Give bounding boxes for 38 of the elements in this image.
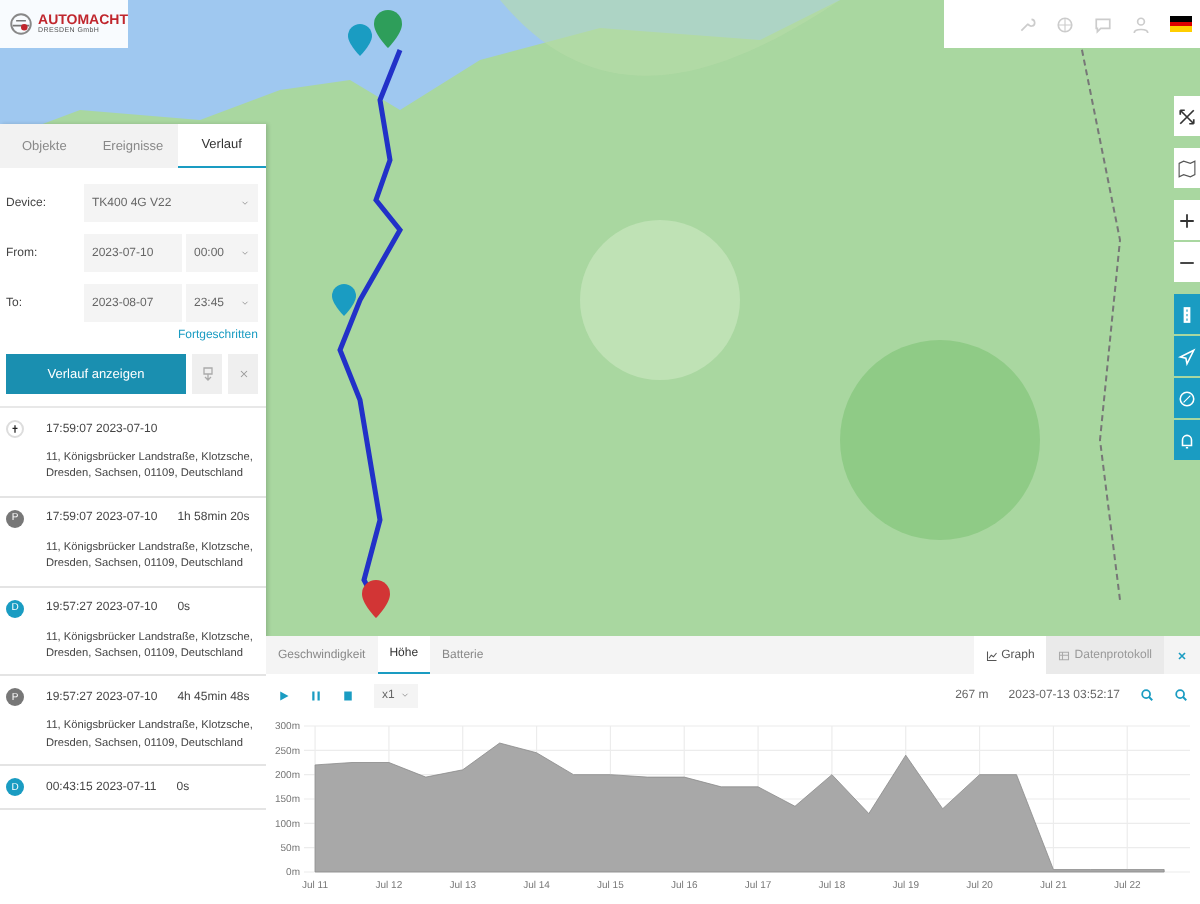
globe-icon[interactable] (1056, 15, 1074, 33)
wrench-icon[interactable] (1018, 15, 1036, 33)
pin-icon (10, 424, 20, 434)
stop-button[interactable] (342, 689, 354, 702)
road-button[interactable] (1174, 294, 1200, 334)
stop-icon (342, 689, 354, 702)
zoom-in-icon (1140, 688, 1154, 703)
zoom-out-button[interactable] (1174, 242, 1200, 282)
play-icon (278, 689, 290, 702)
chat-icon[interactable] (1094, 15, 1112, 33)
zoom-out-icon (1174, 688, 1188, 703)
chevron-down-icon (400, 690, 411, 701)
flag-icon[interactable] (1170, 16, 1192, 32)
compass-button[interactable] (1174, 378, 1200, 418)
line-chart-icon (985, 649, 998, 662)
alarm-button[interactable] (1174, 420, 1200, 460)
plus-icon (1178, 211, 1196, 229)
chevron-down-icon (240, 248, 250, 258)
fullscreen-button[interactable] (1174, 96, 1200, 136)
pause-icon (310, 689, 322, 702)
play-button[interactable] (278, 689, 290, 702)
close-icon (1176, 649, 1188, 662)
zoom-in-button[interactable] (1174, 200, 1200, 240)
alarm-icon (1178, 431, 1196, 449)
export-button[interactable] (192, 354, 222, 394)
close-icon (237, 368, 249, 380)
car-gear-logo-icon (8, 10, 35, 38)
fullscreen-icon (1178, 107, 1196, 125)
table-icon (1058, 649, 1071, 662)
map-layers-icon (1178, 159, 1196, 177)
pause-button[interactable] (310, 689, 322, 702)
navigation-icon (1178, 347, 1196, 365)
user-icon[interactable] (1132, 15, 1150, 33)
chevron-down-icon (240, 198, 250, 208)
chevron-down-icon (240, 298, 250, 308)
map-layers-button[interactable] (1174, 148, 1200, 188)
download-icon (199, 366, 215, 382)
navigation-button[interactable] (1174, 336, 1200, 376)
